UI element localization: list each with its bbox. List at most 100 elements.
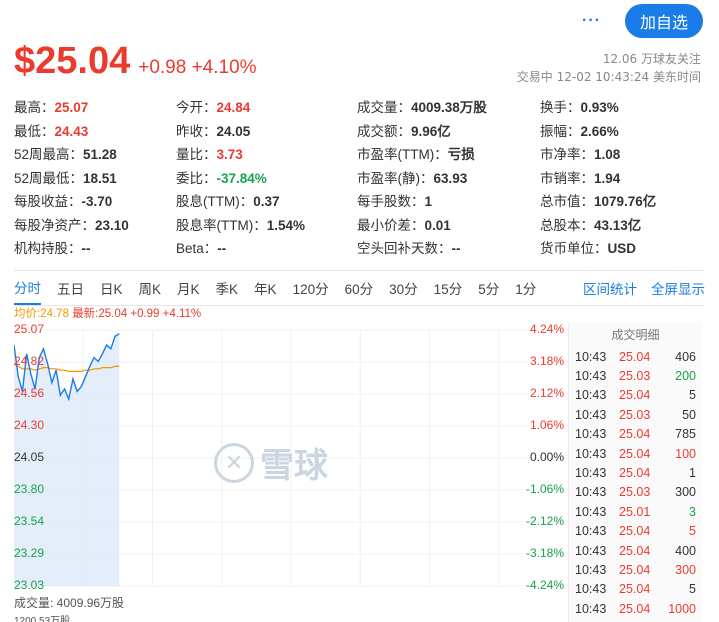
quote-stat: 振幅：2.66% <box>540 120 704 144</box>
quote-stat-value: 24.05 <box>216 123 251 139</box>
trade-row: 10:43 25.04 5 <box>569 522 702 541</box>
quote-stat: 股息(TTM)：0.37 <box>176 190 357 214</box>
trade-time: 10:43 <box>575 407 607 422</box>
y-axis-right-tick: 0.00% <box>529 450 564 464</box>
trade-price: 25.03 <box>619 485 651 500</box>
quote-meta: 12.06 万球友关注 交易中 12-02 10:43:24 美东时间 <box>517 50 701 86</box>
add-watchlist-button[interactable]: 加自选 <box>625 4 703 38</box>
trade-price: 25.03 <box>619 407 651 422</box>
quote-stat-value: 51.28 <box>83 147 117 162</box>
quote-stat-label: 委比： <box>176 170 217 186</box>
quote-stat: 成交量：4009.38万股 <box>357 96 540 120</box>
quote-stat: 市净率：1.08 <box>540 143 704 167</box>
quote-stat-label: 52周最高： <box>14 147 84 162</box>
trade-time: 10:43 <box>575 466 607 481</box>
trade-qty: 5 <box>689 582 696 597</box>
quote-stat-value: 1.94 <box>594 170 621 186</box>
y-axis-right-tick: 2.12% <box>529 386 564 400</box>
trade-time: 10:43 <box>575 427 607 442</box>
quote-stat: 成交额：9.96亿 <box>357 120 540 144</box>
quote-stat-value: -37.84% <box>216 170 267 186</box>
tab-period[interactable]: 周K <box>139 271 162 305</box>
quote-stat: 昨收：24.05 <box>176 120 357 144</box>
quote-stat-value: 24.43 <box>54 123 89 139</box>
trade-time: 10:43 <box>575 349 607 364</box>
y-axis-right-tick: 4.24% <box>529 322 564 336</box>
trade-price: 25.04 <box>619 466 651 481</box>
quote-stat-label: 市盈率(静)： <box>357 170 434 186</box>
range-stats-button[interactable]: 区间统计 <box>583 278 637 298</box>
trade-price: 25.04 <box>619 582 651 597</box>
intraday-chart[interactable]: ✕ 雪球 25.07 24.82 24.56 24.30 24.05 23.80 23.54… <box>14 320 568 600</box>
xueqiu-watermark: ✕ 雪球 <box>214 438 328 487</box>
tab-period[interactable]: 60分 <box>345 271 374 305</box>
trade-details-panel[interactable]: 成交明细 10:43 25.04 406 10:43 25.03 200 10:43 25.0… <box>568 323 702 622</box>
quote-stat-value: 24.84 <box>216 100 251 115</box>
trade-price: 25.01 <box>619 504 651 519</box>
quote-stat: 总股本：43.13亿 <box>540 214 704 238</box>
trade-price: 25.03 <box>619 369 651 384</box>
quote-stat: 市销率：1.94 <box>540 167 704 191</box>
top-actions: ··· 加自选 <box>582 4 703 38</box>
quote-stat-value: 1.08 <box>594 147 621 162</box>
tab-period[interactable]: 五日 <box>57 271 84 305</box>
trade-price: 25.04 <box>619 446 651 461</box>
xueqiu-logo-icon: ✕ <box>214 442 254 483</box>
trade-qty: 406 <box>675 349 696 364</box>
quote-stat: 股息率(TTM)：1.54% <box>176 214 357 238</box>
y-axis-right-tick: 1.06% <box>529 418 564 432</box>
trade-qty: 400 <box>675 543 696 558</box>
trade-time: 10:43 <box>575 562 607 577</box>
quote-stat-value: 9.96亿 <box>411 123 451 139</box>
tab-period[interactable]: 120分 <box>293 271 329 305</box>
more-button[interactable]: ··· <box>582 12 601 30</box>
trade-qty: 3 <box>689 504 696 519</box>
y-axis-left-tick: 23.29 <box>14 546 45 560</box>
trade-price: 25.04 <box>619 601 651 616</box>
trade-row: 10:43 25.04 1 <box>569 463 702 482</box>
price-row: $25.04 +0.98 +4.10% <box>14 40 257 83</box>
y-axis-right-tick: -4.24% <box>525 578 564 592</box>
quote-stat-label: Beta： <box>176 241 218 256</box>
quote-stat-value: 18.51 <box>83 170 117 186</box>
y-axis-left-tick: 23.03 <box>14 578 45 592</box>
y-axis-left-tick: 24.82 <box>14 354 45 368</box>
trade-qty: 100 <box>675 446 696 461</box>
trade-price: 25.04 <box>619 524 651 539</box>
quote-stat: Beta：-- <box>176 237 357 261</box>
quote-stat: 货币单位：USD <box>540 237 704 261</box>
quote-stat: 量比：3.73 <box>176 143 357 167</box>
quote-stat-value: 25.07 <box>54 100 89 115</box>
quote-stat-value: 1079.76亿 <box>594 194 657 209</box>
quote-stat-label: 总股本： <box>540 217 594 233</box>
y-axis-left-tick: 24.05 <box>14 450 45 464</box>
trade-qty: 300 <box>675 485 696 500</box>
tab-period[interactable]: 30分 <box>389 271 418 305</box>
tab-period[interactable]: 1分 <box>515 271 536 305</box>
quote-stat: 总市值：1079.76亿 <box>540 190 704 214</box>
quote-stat-label: 每股收益： <box>14 194 82 209</box>
tab-period[interactable]: 日K <box>100 271 123 305</box>
y-axis-left-tick: 24.56 <box>14 386 45 400</box>
tab-period[interactable]: 5分 <box>478 271 499 305</box>
trade-price: 25.04 <box>619 562 651 577</box>
trade-qty: 50 <box>682 407 696 422</box>
quote-stat: 机构持股：-- <box>14 237 176 261</box>
quote-stat-value: 4009.38万股 <box>411 100 487 115</box>
tab-period[interactable]: 15分 <box>434 271 463 305</box>
tab-period[interactable]: 季K <box>216 271 239 305</box>
tab-period[interactable]: 分时 <box>14 271 41 305</box>
quote-stat: 每股收益：-3.70 <box>14 190 176 214</box>
tab-period[interactable]: 月K <box>177 271 200 305</box>
trade-price: 25.04 <box>619 543 651 558</box>
quote-stat-value: 2.66% <box>580 123 619 139</box>
trade-row: 10:43 25.04 406 <box>569 347 702 366</box>
followers-count: 12.06 万球友关注 <box>602 52 701 66</box>
quote-stat-label: 空头回补天数： <box>357 241 452 256</box>
tab-period[interactable]: 年K <box>254 271 277 305</box>
quote-stat: 市盈率(TTM)：亏损 <box>357 143 540 167</box>
quote-stat-label: 股息率(TTM)： <box>176 217 267 233</box>
trade-qty: 200 <box>675 369 696 384</box>
quote-stat-label: 成交量： <box>357 100 411 115</box>
fullscreen-button[interactable]: 全屏显示 <box>651 278 705 298</box>
